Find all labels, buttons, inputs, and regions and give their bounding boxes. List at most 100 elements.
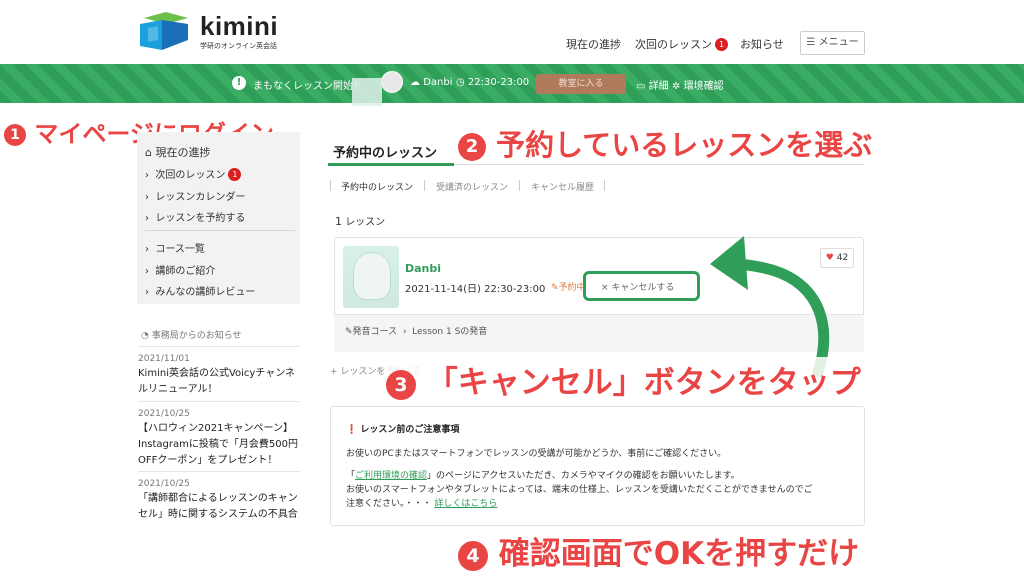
news-text: Instagramに投稿で「月会費500円 [138, 439, 298, 450]
chevron-right-icon: › [145, 170, 149, 181]
sidebar-next-badge: 1 [228, 168, 242, 181]
sidebar-item-label: 講師のご紹介 [155, 266, 216, 277]
header: kimini 学研のオンライン英会話 現在の進捗 次回のレッスン 1 お知らせ ☰… [0, 0, 1024, 64]
notice-text: 「ご利用環境の確認」のページにアクセスいただき、カメラやマイクの確認をお願いいた… [346, 468, 740, 481]
news-date: 2021/10/25 [138, 409, 190, 419]
sidebar-item-label: 次回のレッスン [155, 170, 226, 181]
step2-text: 予約しているレッスンを選ぶ [496, 128, 873, 162]
sidebar-item-next-lesson[interactable]: › 次回のレッスン 1 [145, 166, 242, 181]
sidebar-divider [145, 230, 295, 231]
brand-tagline: 学研のオンライン英会話 [200, 42, 277, 50]
upcoming-time: ◷ 22:30-23:00 [456, 77, 529, 88]
news-date: 2021/10/25 [138, 479, 190, 489]
news-date: 2021/11/01 [138, 354, 190, 364]
nav-next-lesson-label: 次回のレッスン [635, 38, 712, 51]
step4-text: 確認画面でOKを押すだけ [498, 536, 860, 572]
step1-number: 1 [4, 124, 26, 146]
news-divider [138, 346, 300, 347]
brand-name: kimini [200, 11, 279, 41]
sidebar-item-label: レッスンカレンダー [155, 192, 246, 203]
lesson-datetime: 2021-11-14(日) 22:30-23:00 [405, 284, 546, 295]
tab-separator [330, 180, 331, 191]
notice-text: 注意ください。・・・ 詳しくはこちら [346, 496, 497, 509]
sidebar-item-calendar[interactable]: › レッスンカレンダー [145, 188, 245, 203]
step4-number: 4 [458, 540, 488, 571]
nav-next-lesson[interactable]: 次回のレッスン 1 [635, 36, 728, 52]
favorite-button[interactable]: ♥ 42 [820, 248, 854, 268]
upcoming-time-value: 22:30-23:00 [467, 77, 530, 88]
upcoming-lesson-bar: ! まもなくレッスン開始！ ☁ Danbi ◷ 22:30-23:00 ▭ 詳細… [0, 64, 1024, 103]
title-accent-bar [328, 163, 454, 166]
annotation-step3: 3 「キャンセル」ボタンをタップ [386, 357, 861, 402]
page-title: 予約中のレッスン [333, 146, 438, 161]
brand[interactable]: kimini 学研のオンライン英会話 [200, 12, 278, 51]
tab-cancel-history[interactable]: キャンセル履歴 [531, 180, 594, 193]
notice-title-label: レッスン前のご注意事項 [360, 425, 460, 435]
blurred-area [352, 78, 382, 106]
sidebar-item-label: コース一覧 [155, 244, 205, 255]
news-heading: ◔ 事務局からのお知らせ [141, 328, 242, 341]
notice-title: ❗ レッスン前のご注意事項 [346, 422, 459, 435]
news-divider [138, 471, 300, 472]
env-check-link[interactable]: ✲ 環境確認 [672, 77, 724, 92]
lesson-tutor-name[interactable]: Danbi [405, 262, 441, 275]
course-name: 発音コース [352, 327, 398, 337]
nav-news[interactable]: お知らせ [740, 36, 784, 52]
ticket-icon: ▭ [636, 81, 646, 92]
details-label: 詳細 [648, 81, 669, 92]
lesson-count: 1 レッスン [335, 213, 385, 228]
env-check-page-link[interactable]: ご利用環境の確認 [355, 471, 427, 481]
alert-icon: ! [232, 76, 246, 90]
news-item[interactable]: 2021/10/25 「講師都合によるレッスンのキャン セル」時に関するシステム… [138, 477, 300, 523]
env-check-label: 環境確認 [683, 81, 724, 92]
news-item[interactable]: 2021/10/25 【ハロウィン2021キャンペーン】 Instagramに投… [138, 407, 300, 469]
info-icon: ❗ [346, 425, 358, 435]
step3-text: 「キャンセル」ボタンをタップ [426, 365, 861, 401]
menu-button[interactable]: ☰ メニュー [800, 31, 865, 55]
nav-progress[interactable]: 現在の進捗 [566, 36, 621, 52]
next-lesson-badge: 1 [715, 38, 728, 51]
notice-text-part: 」のページにアクセスいただき、カメラやマイクの確認をお願いいたします。 [427, 471, 740, 481]
sidebar: ⌂ 現在の進捗 › 次回のレッスン 1 › レッスンカレンダー › レッスンを予約… [137, 132, 300, 304]
news-text: Kimini英会話の公式Voicyチャンネ [138, 368, 296, 379]
news-item[interactable]: 2021/11/01 Kimini英会話の公式Voicyチャンネ ルリニューアル… [138, 352, 300, 398]
menu-label: メニュー [818, 37, 859, 48]
tutor-hat-icon: ☁ [410, 77, 420, 88]
status-label: 予約中 [558, 283, 586, 293]
sidebar-item-reviews[interactable]: › みんなの講師レビュー [145, 283, 255, 298]
tab-separator [519, 180, 520, 191]
sidebar-title[interactable]: ⌂ 現在の進捗 [145, 144, 210, 160]
details-link[interactable]: ▭ 詳細 [636, 77, 669, 92]
step3-number: 3 [386, 369, 416, 400]
news-text: セル」時に関するシステムの不具合 [138, 509, 298, 520]
clock-icon: ◷ [456, 77, 465, 88]
chevron-right-icon: › [145, 266, 149, 277]
chevron-right-icon: › [145, 287, 149, 298]
tab-completed[interactable]: 受講済のレッスン [436, 180, 508, 193]
chevron-right-icon: › [145, 244, 149, 255]
sidebar-item-tutors[interactable]: › 講師のご紹介 [145, 262, 215, 277]
enter-classroom-button[interactable]: 教室に入る [536, 74, 626, 94]
lesson-course: ✎発音コース › Lesson 1 Sの発音 [345, 327, 488, 337]
details-page-link[interactable]: 詳しくはこちら [434, 499, 497, 509]
news-heading-label: 事務局からのお知らせ [151, 331, 242, 341]
tab-separator [424, 180, 425, 191]
tutor-photo-figure [353, 252, 391, 300]
upcoming-tutor: ☁ Danbi [410, 77, 452, 88]
news-divider [138, 401, 300, 402]
news-text: ルリニューアル！ [138, 384, 218, 395]
pencil-icon: ✎ [345, 327, 353, 337]
favorite-count: 42 [836, 253, 849, 263]
kimini-logo[interactable] [136, 10, 192, 54]
gear-icon: ✲ [672, 81, 681, 92]
upcoming-tutor-name: Danbi [423, 77, 453, 88]
news-text: 【ハロウィン2021キャンペーン】 [138, 423, 293, 434]
annotation-step2: 2 予約しているレッスンを選ぶ [458, 122, 872, 164]
annotation-step4: 4 確認画面でOKを押すだけ [458, 528, 859, 573]
lesson-count-unit: レッスン [345, 217, 386, 228]
tab-reserved[interactable]: 予約中のレッスン [341, 180, 413, 193]
sidebar-item-reserve[interactable]: › レッスンを予約する [145, 209, 245, 224]
status-badge: ✎予約中 [551, 280, 586, 293]
sidebar-item-label: レッスンを予約する [155, 213, 246, 224]
sidebar-item-courses[interactable]: › コース一覧 [145, 240, 205, 255]
